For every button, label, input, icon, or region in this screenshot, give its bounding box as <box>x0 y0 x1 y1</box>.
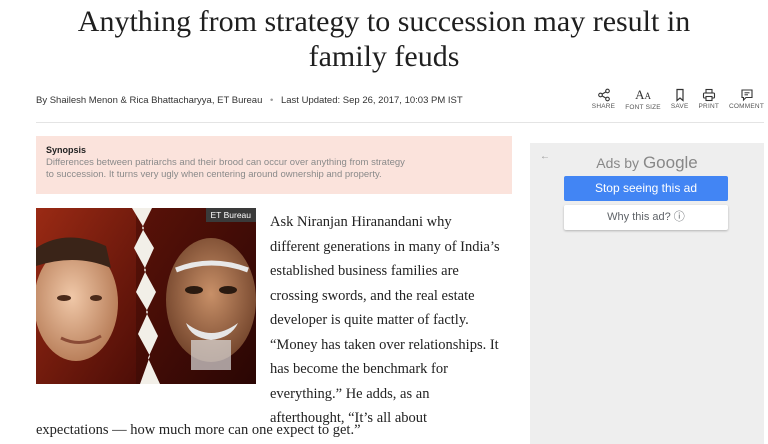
paragraph-line: different generations in many of India’s <box>270 238 500 255</box>
article-toolbar: SHARE AA FONT SIZE SAVE PRINT COMMENT <box>582 87 764 112</box>
image-credit-tag: ET Bureau <box>205 208 256 222</box>
font-size-label: FONT SIZE <box>625 104 661 111</box>
share-label: SHARE <box>591 103 616 110</box>
comment-label: COMMENT <box>729 103 764 110</box>
font-size-icon: AA <box>635 87 651 102</box>
headline-line-2: family feuds <box>308 40 460 73</box>
print-button[interactable]: PRINT <box>699 88 720 111</box>
share-icon <box>597 88 610 102</box>
byline: By Shailesh Menon & Rica Bhattacharyya, … <box>36 95 463 106</box>
ad-panel: ← Ads by Google Stop seeing this ad Why … <box>530 143 764 444</box>
paragraph-line: established business families are <box>270 263 459 279</box>
comment-button[interactable]: COMMENT <box>729 88 764 111</box>
paragraph-line: has become the benchmark for <box>270 361 448 377</box>
article-paragraph: Ask Niranjan Hiranandani why different g… <box>270 210 516 431</box>
paragraph-line: “Money has taken over relationships. It <box>270 336 499 353</box>
why-this-ad-button[interactable]: Why this ad? ⓘ <box>564 205 728 230</box>
print-label: PRINT <box>698 103 720 110</box>
torn-portraits-image <box>36 208 256 384</box>
article-headline: Anything from strategy to succession may… <box>0 4 768 74</box>
last-updated: Last Updated: Sep 26, 2017, 10:03 PM IST <box>280 95 463 106</box>
share-button[interactable]: SHARE <box>592 88 615 111</box>
save-button[interactable]: SAVE <box>671 88 689 111</box>
synopsis-text: Differences between patriarchs and their… <box>46 157 405 180</box>
paragraph-line: crossing swords, and the real estate <box>270 287 475 304</box>
bookmark-icon <box>676 88 684 102</box>
byline-separator: • <box>270 95 274 106</box>
headline-line-1: Anything from strategy to succession may… <box>77 5 691 38</box>
paragraph-line: Ask Niranjan Hiranandani why <box>270 214 452 230</box>
comment-icon <box>740 89 753 102</box>
paragraph-line: developer is quite matter of factly. <box>270 312 469 328</box>
stop-seeing-ad-button[interactable]: Stop seeing this ad <box>564 176 728 201</box>
byline-row: By Shailesh Menon & Rica Bhattacharyya, … <box>36 88 764 118</box>
author-names[interactable]: By Shailesh Menon & Rica Bhattacharyya, … <box>36 95 262 106</box>
synopsis-title: Synopsis <box>46 145 87 155</box>
font-size-button[interactable]: AA FONT SIZE <box>625 87 661 112</box>
synopsis-box: Synopsis Differences between patriarchs … <box>36 136 512 194</box>
printer-icon <box>702 88 715 102</box>
paragraph-line-tail: expectations — how much more can one exp… <box>36 422 361 438</box>
save-label: SAVE <box>670 103 689 110</box>
article-image[interactable]: ET Bureau <box>36 208 256 384</box>
ads-by-google-label: Ads by Google <box>596 153 698 172</box>
paragraph-line: everything.” He adds, as an <box>270 385 430 402</box>
header-divider <box>36 122 764 123</box>
